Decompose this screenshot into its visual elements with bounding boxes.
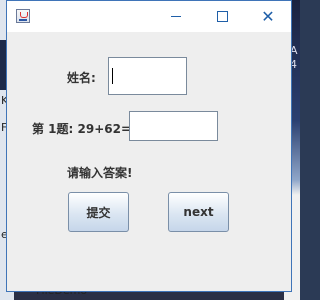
close-icon: ✕: [261, 6, 275, 26]
text-caret: [112, 68, 113, 84]
prompt-message: 请输入答案!: [67, 166, 133, 180]
close-button[interactable]: ✕: [245, 1, 291, 32]
name-label: 姓名:: [67, 71, 96, 85]
maximize-button[interactable]: [199, 1, 245, 32]
app-window: ✕ 姓名: 第 1题: 29+62= 请输入答案! 提交 next: [6, 0, 292, 292]
question-label: 第 1题: 29+62=: [32, 122, 132, 136]
maximize-icon: [216, 11, 228, 22]
minimize-icon: [171, 16, 181, 17]
title-bar[interactable]: ✕: [7, 1, 291, 32]
next-button[interactable]: next: [168, 192, 229, 232]
desktop-background: K Fi e A 4 FileDemo ✕ 姓名: 第 1题: 29+62=: [0, 0, 300, 300]
name-input[interactable]: [108, 57, 187, 95]
java-icon[interactable]: [16, 9, 30, 23]
answer-input[interactable]: [129, 111, 218, 141]
minimize-button[interactable]: [153, 1, 199, 32]
submit-button[interactable]: 提交: [68, 192, 129, 232]
